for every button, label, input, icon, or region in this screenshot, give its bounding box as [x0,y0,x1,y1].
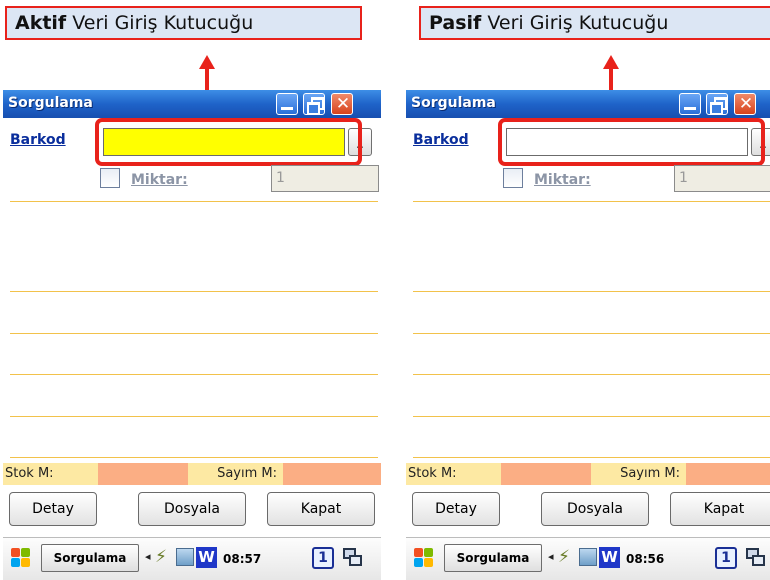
close-button[interactable]: ✕ [734,93,756,115]
window-switch-icon[interactable] [343,548,363,568]
list-row-line [413,374,770,375]
callout-text: Veri Giriş Kutucuğu [66,12,254,34]
list-row-line [413,291,770,292]
taskbar-sorgulama-button[interactable]: Sorgulama [41,544,139,572]
close-button[interactable]: ✕ [331,93,353,115]
stok-value [501,463,591,485]
device-screen-active: Sorgulama ✕ Barkod .. Miktar: 1 Stok M: … [3,90,381,580]
maximize-button[interactable] [706,93,728,115]
windows-start-icon[interactable] [9,546,33,570]
list-row-line [10,416,378,417]
active-input-callout: Aktif Veri Giriş Kutucuğu [5,6,362,40]
scroll-left-icon[interactable]: ◂ [548,550,554,563]
dosyala-button[interactable]: Dosyala [541,492,649,526]
power-plug-icon: ⚡ [558,547,570,567]
list-row-line [10,374,378,375]
taskbar-sorgulama-button[interactable]: Sorgulama [444,544,542,572]
sayim-value [686,463,770,485]
dosyala-button[interactable]: Dosyala [138,492,246,526]
maximize-button[interactable] [303,93,325,115]
stok-label: Stok M: [3,463,98,485]
close-icon: ✕ [738,94,754,114]
taskbar: Sorgulama ◂ ⚡ W 08:56 1 [406,537,770,580]
miktar-checkbox[interactable] [100,168,120,188]
barkod-label[interactable]: Barkod [413,132,469,148]
w-icon: W [196,547,217,568]
power-plug-icon: ⚡ [155,547,167,567]
network-icon [176,548,194,566]
page-number-indicator[interactable]: 1 [715,547,737,569]
list-row-line [10,291,378,292]
list-row-line [413,457,770,458]
arrow-up-icon [603,55,619,69]
minimize-icon [684,107,696,110]
title-bar: Sorgulama ✕ [3,90,381,118]
device-screen-passive: Sorgulama ✕ Barkod .. Miktar: 1 Stok M: … [406,90,770,580]
callout-bold: Aktif [15,12,67,34]
list-row-line [413,201,770,202]
kapat-button[interactable]: Kapat [267,492,375,526]
callout-bold: Pasif [429,12,482,34]
sayim-label: Sayım M: [188,463,283,485]
miktar-checkbox[interactable] [503,168,523,188]
clock: 08:57 [223,552,262,566]
list-row-line [10,333,378,334]
list-row-line [413,333,770,334]
list-row-line [10,457,378,458]
miktar-label[interactable]: Miktar: [534,172,591,188]
detay-button[interactable]: Detay [412,492,500,526]
network-icon [579,548,597,566]
stok-value [98,463,188,485]
stok-label: Stok M: [406,463,501,485]
scroll-left-icon[interactable]: ◂ [145,550,151,563]
miktar-input[interactable]: 1 [271,165,379,192]
kapat-button[interactable]: Kapat [670,492,770,526]
minimize-button[interactable] [276,93,298,115]
minimize-icon [281,107,293,110]
windows-start-icon[interactable] [412,546,436,570]
sayim-value [283,463,381,485]
stok-bar: Stok M: Sayım M: [3,463,381,485]
callout-text: Veri Giriş Kutucuğu [481,12,669,34]
barkod-label[interactable]: Barkod [10,132,66,148]
close-icon: ✕ [335,94,351,114]
detay-button[interactable]: Detay [9,492,97,526]
title-bar: Sorgulama ✕ [406,90,770,118]
miktar-input[interactable]: 1 [674,165,770,192]
taskbar: Sorgulama ◂ ⚡ W 08:57 1 [3,537,381,580]
arrow-up-icon [199,55,215,69]
sayim-label: Sayım M: [591,463,686,485]
window-title: Sorgulama [8,95,93,111]
window-switch-icon[interactable] [746,548,766,568]
passive-input-callout: Pasif Veri Giriş Kutucuğu [419,6,770,40]
clock: 08:56 [626,552,665,566]
stok-bar: Stok M: Sayım M: [406,463,770,485]
minimize-button[interactable] [679,93,701,115]
w-icon: W [599,547,620,568]
highlight-frame [498,118,765,166]
window-title: Sorgulama [411,95,496,111]
miktar-label[interactable]: Miktar: [131,172,188,188]
list-row-line [10,201,378,202]
page-number-indicator[interactable]: 1 [312,547,334,569]
list-row-line [413,416,770,417]
highlight-frame [95,118,362,166]
